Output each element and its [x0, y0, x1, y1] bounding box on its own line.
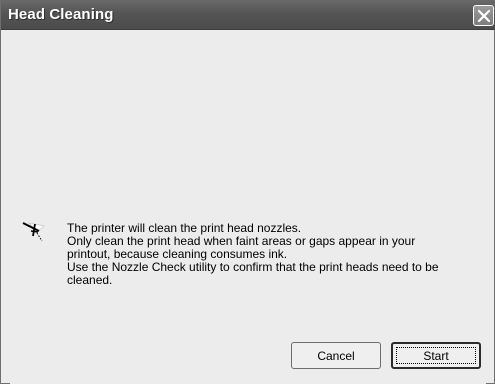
focus-ring: [396, 347, 476, 364]
close-button[interactable]: [473, 5, 494, 26]
dialog-title: Head Cleaning: [8, 6, 114, 23]
start-button[interactable]: Start: [391, 342, 481, 369]
message-line: Use the Nozzle Check utility to confirm …: [67, 260, 439, 274]
message-text: The printer will clean the print head no…: [67, 222, 477, 287]
message-line: cleaned.: [67, 273, 113, 287]
printer-head-icon: [22, 222, 45, 242]
cancel-button[interactable]: Cancel: [291, 342, 381, 369]
title-bar: Head Cleaning: [1, 0, 495, 30]
head-cleaning-dialog: Head Cleaning The printer will clean the…: [0, 0, 495, 384]
close-icon: [477, 9, 491, 23]
dialog-body: The printer will clean the print head no…: [10, 31, 486, 384]
